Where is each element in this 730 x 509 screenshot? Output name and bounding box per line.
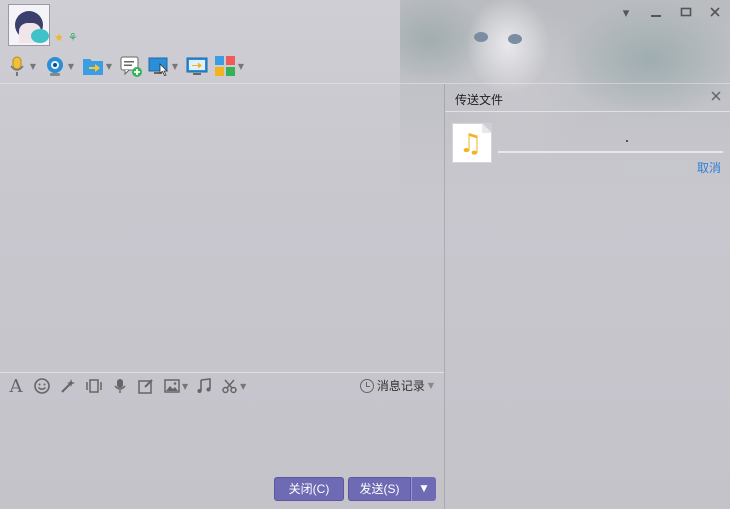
filename-text <box>626 140 628 142</box>
send-file-button[interactable]: ▼ <box>82 52 114 80</box>
new-chat-icon <box>120 55 142 77</box>
apps-grid-icon <box>214 55 236 77</box>
status-icons: ★ ⚘ <box>54 32 78 44</box>
close-icon[interactable] <box>710 89 722 105</box>
send-options-dropdown-icon[interactable]: ▼ <box>411 477 436 501</box>
history-dropdown-arrow-icon[interactable]: ▼ <box>428 381 434 390</box>
send-button[interactable]: 发送(S) <box>348 477 411 501</box>
maximize-icon[interactable] <box>677 6 695 22</box>
cat-eye-left <box>474 32 488 42</box>
cancel-transfer-link[interactable]: 取消 <box>697 159 721 176</box>
emoji-icon[interactable] <box>32 377 52 397</box>
message-input[interactable] <box>0 401 444 473</box>
scissors-dropdown-arrow-icon[interactable]: ▼ <box>240 382 246 391</box>
dropdown-arrow-icon[interactable]: ▼ <box>170 62 180 71</box>
leaf-icon[interactable]: ⚘ <box>68 32 78 44</box>
file-meta <box>624 160 688 176</box>
star-icon[interactable]: ★ <box>54 32 64 44</box>
chevron-down-icon[interactable]: ▾ <box>617 6 635 22</box>
avatar-accent <box>31 29 49 43</box>
dropdown-arrow-icon[interactable]: ▼ <box>66 62 76 71</box>
remote-desktop-icon <box>148 55 170 77</box>
music-icon[interactable] <box>194 377 214 397</box>
shake-icon[interactable] <box>84 377 104 397</box>
voice-call-button[interactable]: ▼ <box>6 52 38 80</box>
music-note-icon: ♫ <box>459 129 483 159</box>
message-history-button[interactable]: 消息记录 ▼ <box>359 377 434 394</box>
magic-icon[interactable] <box>58 377 78 397</box>
apps-button[interactable]: ▼ <box>214 52 246 80</box>
transfer-progress-bar <box>498 151 723 153</box>
remote-assist-button[interactable]: ▼ <box>148 52 180 80</box>
cat-eye-right <box>508 34 522 44</box>
toolbar: ▼ ▼ ▼ ▼ ▼ <box>6 52 252 80</box>
microphone-icon <box>6 55 28 77</box>
format-toolbar: A ▼ ▼ 消息记录 ▼ <box>0 372 444 400</box>
history-label: 消息记录 <box>376 379 425 393</box>
close-icon[interactable] <box>706 6 724 22</box>
scissors-icon[interactable] <box>220 377 240 397</box>
video-call-button[interactable]: ▼ <box>44 52 76 80</box>
screen-share-icon <box>186 55 208 77</box>
close-button[interactable]: 关闭(C) <box>274 477 344 501</box>
dropdown-arrow-icon[interactable]: ▼ <box>236 62 246 71</box>
font-icon[interactable]: A <box>6 376 26 397</box>
message-history-area[interactable] <box>0 84 444 372</box>
file-thumbnail[interactable]: ♫ <box>452 123 492 163</box>
screen-share-button[interactable] <box>186 52 208 80</box>
dropdown-arrow-icon[interactable]: ▼ <box>104 62 114 71</box>
edit-icon[interactable] <box>136 377 156 397</box>
chat-window: ★ ⚘ ▾ ▼ ▼ ▼ ▼ ▼ A ▼ ▼ 消息记录 ▼ 关闭(C) 发送(S)… <box>0 0 730 509</box>
clock-icon <box>359 378 374 393</box>
avatar[interactable] <box>8 4 50 46</box>
new-chat-button[interactable] <box>120 52 142 80</box>
minimize-icon[interactable] <box>647 6 665 22</box>
file-transfer-panel-header: 传送文件 <box>445 84 730 112</box>
image-dropdown-arrow-icon[interactable]: ▼ <box>182 382 188 391</box>
image-icon[interactable] <box>162 377 182 397</box>
panel-divider <box>444 84 445 509</box>
webcam-icon <box>44 55 66 77</box>
send-file-folder-icon <box>82 55 104 77</box>
panel-title: 传送文件 <box>455 93 504 107</box>
voice-icon[interactable] <box>110 377 130 397</box>
dropdown-arrow-icon[interactable]: ▼ <box>28 62 38 71</box>
